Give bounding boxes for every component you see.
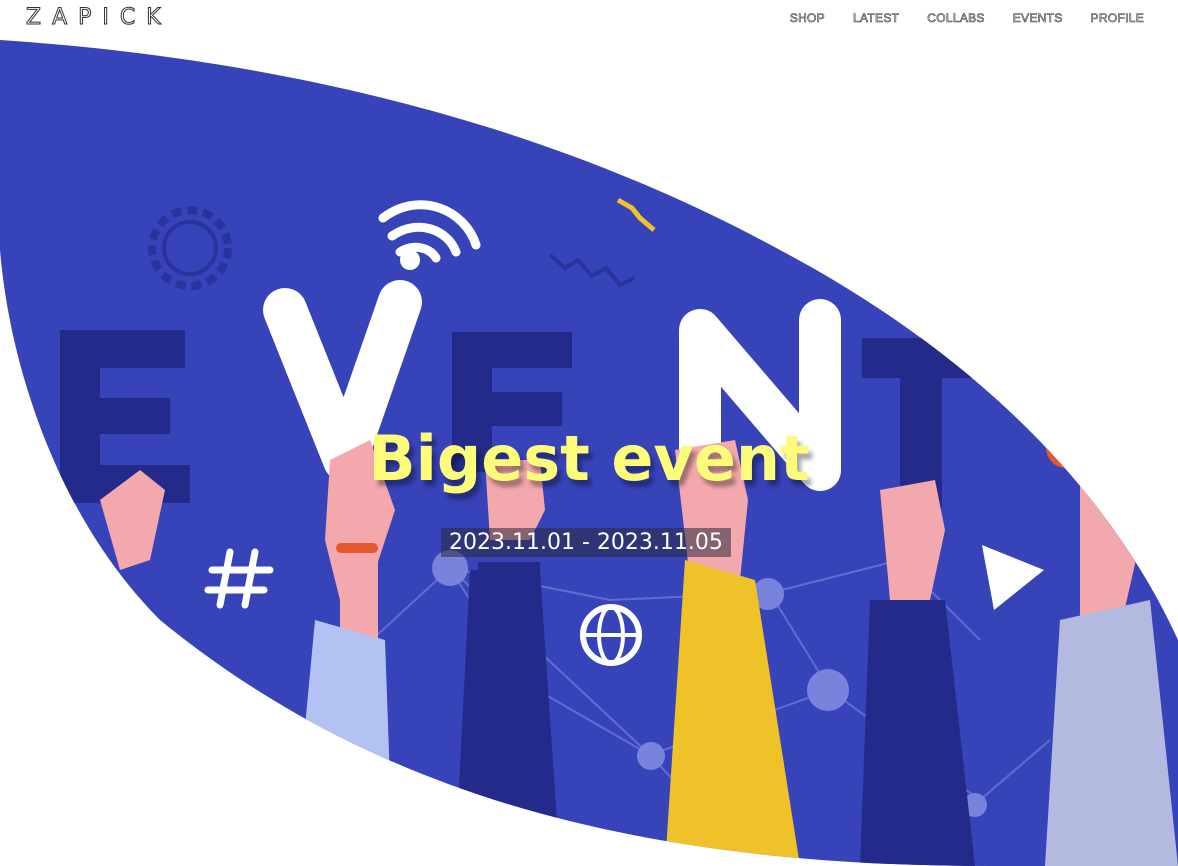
event-date-range: 2023.11.01 - 2023.11.05 — [441, 528, 731, 557]
nav-link-collabs[interactable]: COLLABS — [927, 11, 985, 26]
brand-logo[interactable]: ZAPICK — [26, 5, 172, 31]
event-title: Bigest event — [368, 422, 810, 495]
nav-link-events[interactable]: EVENTS — [1012, 11, 1062, 26]
nav-link-latest[interactable]: LATEST — [853, 11, 900, 26]
top-navigation-bar: ZAPICK SHOP LATEST COLLABS EVENTS PROFIL… — [0, 0, 1178, 38]
main-nav: SHOP LATEST COLLABS EVENTS PROFILE — [789, 11, 1144, 26]
nav-link-profile[interactable]: PROFILE — [1090, 11, 1144, 26]
hero-banner[interactable]: Bigest event 2023.11.01 - 2023.11.05 — [0, 40, 1178, 866]
nav-link-shop[interactable]: SHOP — [789, 11, 825, 26]
